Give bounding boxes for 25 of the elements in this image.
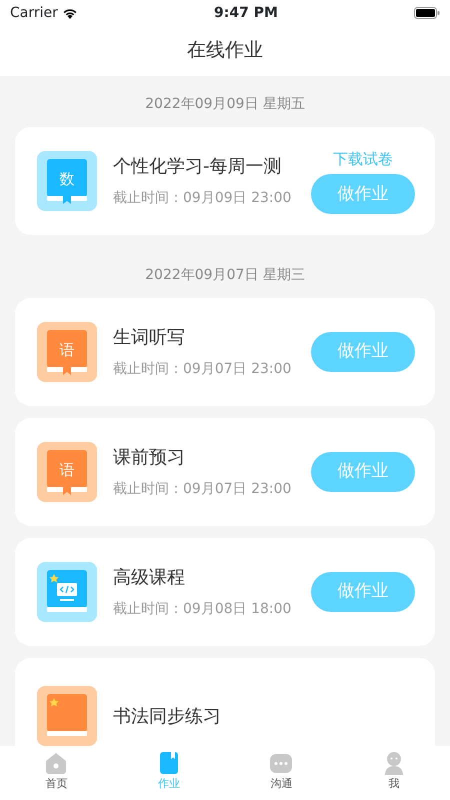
tab-bar-item[interactable]: 首页 (21, 746, 92, 800)
page-title: 在线作业 (187, 38, 263, 63)
clock-time: 9:47 PM (214, 4, 278, 22)
tab-bar-item[interactable]: 沟通 (246, 746, 316, 800)
tab-bar-item[interactable]: 作业 (134, 746, 204, 800)
download-paper-link[interactable]: 下载试卷 (333, 148, 393, 170)
deadline-text: 截止时间：09月07日 23:00 (113, 480, 292, 499)
homework-title: 课前预习 (113, 446, 186, 470)
carrier-label: Carrier (10, 4, 58, 22)
homework-title: 书法同步练习 (113, 704, 222, 728)
tab-bar-item[interactable]: 我 (358, 746, 429, 800)
deadline-text: 截止时间：09月08日 18:00 (113, 600, 292, 619)
homework-title: 高级课程 (113, 566, 186, 590)
homework-title: 生词听写 (113, 326, 186, 350)
do-homework-button[interactable]: 做作业 (311, 332, 415, 372)
do-homework-button[interactable]: 做作业 (311, 452, 415, 492)
date-heading: 2022年09月09日 星期五 (145, 96, 305, 112)
deadline-text: 截止时间：09月09日 23:00 (113, 189, 292, 208)
date-heading: 2022年09月07日 星期三 (145, 267, 305, 283)
do-homework-button[interactable]: 做作业 (311, 174, 415, 214)
deadline-text: 截止时间：09月07日 23:00 (113, 360, 292, 379)
battery-icon (414, 7, 440, 19)
wifi-icon (62, 7, 78, 19)
do-homework-button[interactable]: 做作业 (311, 572, 415, 612)
homework-title: 个性化学习-每周一测 (113, 155, 282, 179)
